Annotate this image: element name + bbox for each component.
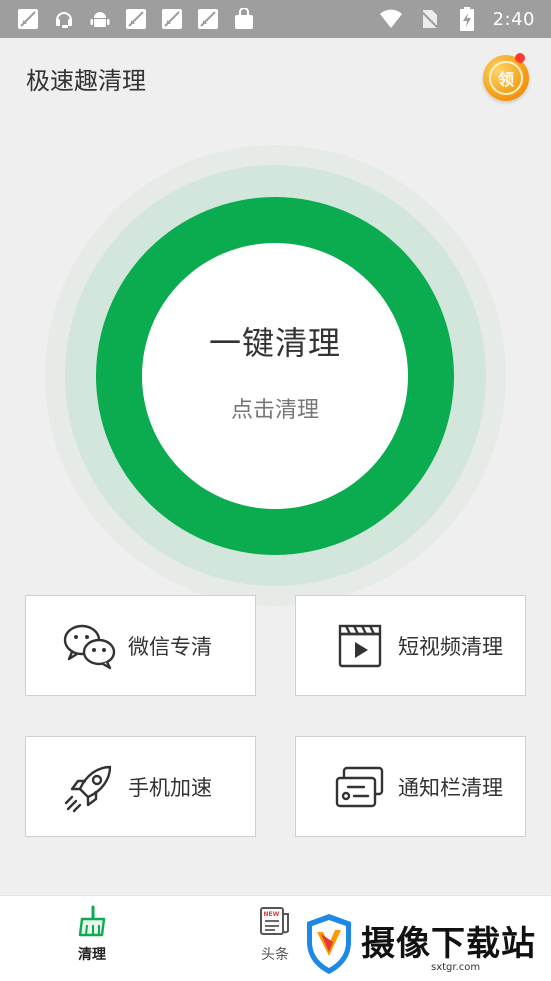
signal-slash-icon [196,7,220,31]
short-video-clean-card[interactable]: 短视频清理 [295,595,526,696]
notification-dot [515,53,525,63]
wechat-clean-card[interactable]: 微信专清 [25,595,256,696]
signal-slash-icon [16,7,40,31]
status-notification-icons [16,7,256,31]
status-time: 2:40 [492,8,535,30]
nav-item-clean[interactable]: 清理 [47,904,137,964]
android-icon [88,7,112,31]
wechat-clean-label: 微信专清 [128,634,212,659]
headset-icon [52,7,76,31]
nav-label-news: 头条 [261,947,289,963]
signal-slash-icon [124,7,148,31]
wechat-icon [62,618,118,674]
broom-icon [75,904,109,938]
app-header: 极速趣清理 领 [0,38,551,118]
reward-coin-button[interactable]: 领 [483,53,529,101]
signal-slash-icon [160,7,184,31]
short-video-clean-label: 短视频清理 [398,634,503,659]
clean-title: 一键清理 [208,324,341,362]
notification-card-icon [332,759,388,815]
svg-text:NEW: NEW [264,911,280,918]
clean-circle-area: 一键清理 点击清理 [45,145,506,606]
wifi-icon [379,7,403,31]
bag-icon [232,7,256,31]
one-key-clean-button[interactable]: 一键清理 点击清理 [142,243,408,509]
phone-boost-card[interactable]: 手机加速 [25,736,256,837]
app-title: 极速趣清理 [26,66,146,95]
news-icon: NEW [258,904,292,938]
rocket-icon [62,759,118,815]
nav-label-clean: 清理 [78,947,106,963]
watermark-url: sxtgr.com [431,962,481,973]
status-system-icons: 2:40 [379,7,535,31]
clean-subtitle: 点击清理 [230,398,319,423]
watermark-text: 摄像下载站 [361,924,536,964]
notification-clean-card[interactable]: 通知栏清理 [295,736,526,837]
video-clapper-icon [332,618,388,674]
reward-coin-label: 领 [489,61,523,95]
watermark-shield-logo [307,914,351,974]
no-sim-icon [417,7,441,31]
watermark: 摄像下载站 sxtgr.com [303,912,543,978]
notification-clean-label: 通知栏清理 [398,775,503,800]
phone-boost-label: 手机加速 [128,775,212,800]
battery-charging-icon [455,7,479,31]
status-bar: 2:40 [0,0,551,38]
